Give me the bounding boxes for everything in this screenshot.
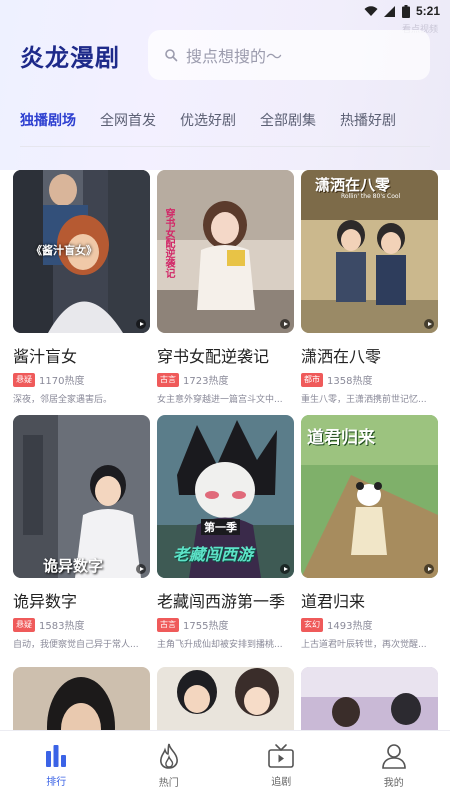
nav-label: 追剧: [271, 777, 292, 788]
drama-meta: 悬疑 1583热度: [13, 617, 150, 632]
drama-title: 潇洒在八零: [301, 347, 382, 366]
drama-card[interactable]: [301, 667, 438, 730]
drama-description: 女主意外穿越进一篇宫斗文中...: [157, 395, 283, 405]
drama-card[interactable]: 第一季 老藏闯西游 老藏闯西游第一季 古言 1755热度 主角飞升成仙却被安排到…: [157, 415, 294, 650]
bottom-nav: 排行 热门 追剧 我的: [0, 730, 450, 800]
drama-cover[interactable]: 穿书女配逆袭记: [157, 170, 294, 333]
heat-count: 1170热度: [39, 376, 85, 387]
signal-icon: [383, 5, 395, 17]
drama-meta: 悬疑 1170热度: [13, 372, 150, 387]
wifi-icon: [364, 5, 378, 16]
drama-card[interactable]: 《酱汁盲女》 酱汁盲女 悬疑 1170热度 深夜，邻居全家遇害后。: [13, 170, 150, 405]
play-icon: [136, 564, 146, 574]
battery-icon: [401, 4, 410, 18]
play-icon: [424, 319, 434, 329]
nav-ranking[interactable]: 排行: [0, 731, 113, 800]
drama-cover[interactable]: 《酱汁盲女》: [13, 170, 150, 333]
flame-icon: [159, 743, 178, 769]
nav-follow[interactable]: 追剧: [225, 731, 338, 800]
drama-description: 深夜，邻居全家遇害后。: [13, 395, 113, 405]
drama-title: 诡异数字: [13, 592, 78, 611]
genre-tag: 悬疑: [13, 372, 35, 387]
header-background: [0, 0, 450, 170]
search-input[interactable]: 搜点想搜的～: [148, 30, 430, 80]
drama-cover[interactable]: 诡异数字: [13, 415, 150, 578]
drama-cover[interactable]: 道君归来: [301, 415, 438, 578]
drama-title: 穿书女配逆袭记: [157, 347, 270, 366]
drama-card[interactable]: [13, 667, 150, 730]
drama-card[interactable]: 诡异数字 诡异数字 悬疑 1583热度 自动，我便察觉自己异于常人...: [13, 415, 150, 650]
nav-label: 我的: [383, 778, 404, 789]
genre-tag: 古言: [157, 372, 179, 387]
drama-meta: 古言 1723热度: [157, 372, 294, 387]
genre-tag: 都市: [301, 372, 323, 387]
cover-title-text: 潇洒在八零: [315, 176, 391, 194]
heat-count: 1755热度: [183, 621, 229, 632]
drama-meta: 古言 1755热度: [157, 617, 294, 632]
category-tabs: 独播剧场 全网首发 优选好剧 全部剧集 热播好剧: [20, 110, 396, 130]
drama-description: 上古道君叶辰转世，再次觉醒...: [301, 640, 427, 650]
tab-exclusive[interactable]: 独播剧场: [20, 110, 76, 130]
drama-description: 重生八零，王潇洒携前世记忆...: [301, 395, 427, 405]
cover-illustration: [301, 667, 438, 730]
cover-title-text: 老藏闯西游: [173, 545, 254, 564]
drama-cover[interactable]: 第一季 老藏闯西游: [157, 415, 294, 578]
bar-chart-icon: [46, 745, 67, 767]
cover-illustration: [13, 667, 150, 730]
cover-title-text: 诡异数字: [43, 557, 104, 575]
nav-label: 排行: [46, 777, 67, 788]
nav-label: 热门: [158, 778, 179, 789]
nav-hot[interactable]: 热门: [113, 731, 226, 800]
tv-icon: [268, 744, 295, 768]
drama-description: 自动，我便察觉自己异于常人...: [13, 640, 139, 650]
status-bar: 5:21: [0, 0, 450, 22]
drama-cover[interactable]: [157, 667, 294, 730]
cover-title-text: 《酱汁盲女》: [31, 244, 97, 257]
tab-hot[interactable]: 热播好剧: [340, 110, 396, 130]
drama-cover[interactable]: [301, 667, 438, 730]
cover-illustration: [13, 415, 150, 578]
cover-subtitle-text: Rollin' the 80's Cool: [341, 193, 401, 200]
search-placeholder: 搜点想搜的～: [186, 47, 283, 66]
drama-cover[interactable]: [13, 667, 150, 730]
genre-tag: 古言: [157, 617, 179, 632]
drama-title: 道君归来: [301, 592, 366, 611]
drama-card[interactable]: 道君归来 道君归来 玄幻 1493热度 上古道君叶辰转世，再次觉醒...: [301, 415, 438, 650]
app-title: 炎龙漫剧: [20, 44, 120, 72]
heat-count: 1358热度: [327, 376, 373, 387]
heat-count: 1723热度: [183, 376, 229, 387]
drama-meta: 都市 1358热度: [301, 372, 438, 387]
play-icon: [280, 319, 290, 329]
user-icon: [381, 744, 406, 769]
drama-title: 老藏闯西游第一季: [157, 592, 286, 611]
drama-meta: 玄幻 1493热度: [301, 617, 438, 632]
tab-premiere[interactable]: 全网首发: [100, 110, 156, 130]
genre-tag: 悬疑: [13, 617, 35, 632]
status-time: 5:21: [415, 4, 440, 18]
cover-title-text: 穿书女配逆袭记: [163, 208, 174, 278]
tab-picked[interactable]: 优选好剧: [180, 110, 236, 130]
play-icon: [136, 319, 146, 329]
tab-all-series[interactable]: 全部剧集: [260, 110, 316, 130]
heat-count: 1583热度: [39, 621, 85, 632]
drama-grid: 《酱汁盲女》 酱汁盲女 悬疑 1170热度 深夜，邻居全家遇害后。 穿书女配逆袭…: [13, 170, 438, 730]
play-icon: [280, 564, 290, 574]
cover-subtitle-text: 第一季: [201, 519, 240, 535]
heat-count: 1493热度: [327, 621, 373, 632]
cover-title-text: 道君归来: [307, 428, 375, 448]
cover-illustration: [157, 170, 294, 333]
drama-card[interactable]: 穿书女配逆袭记 穿书女配逆袭记 古言 1723热度 女主意外穿越进一篇宫斗文中.…: [157, 170, 294, 405]
genre-tag: 玄幻: [301, 617, 323, 632]
nav-profile[interactable]: 我的: [338, 731, 450, 800]
search-icon: [165, 49, 178, 62]
drama-card[interactable]: [157, 667, 294, 730]
cover-illustration: [157, 667, 294, 730]
drama-title: 酱汁盲女: [13, 347, 78, 366]
play-icon: [424, 564, 434, 574]
drama-card[interactable]: 潇洒在八零 Rollin' the 80's Cool 潇洒在八零 都市 135…: [301, 170, 438, 405]
tabs-divider: [20, 146, 430, 147]
drama-cover[interactable]: 潇洒在八零 Rollin' the 80's Cool: [301, 170, 438, 333]
drama-description: 主角飞升成仙却被安排到播桃...: [157, 640, 283, 650]
